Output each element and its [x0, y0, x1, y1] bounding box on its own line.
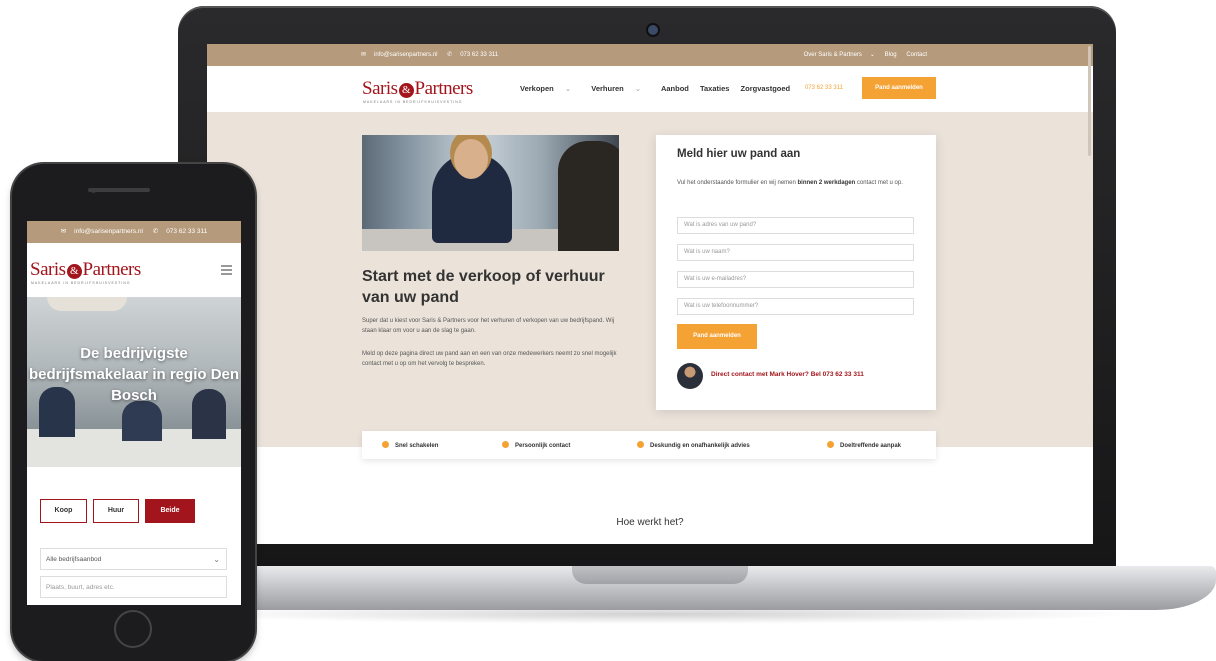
- topbar-link-blog[interactable]: Blog: [885, 52, 897, 58]
- laptop-camera: [648, 25, 658, 35]
- feature-item: Persoonlijk contact: [502, 441, 570, 449]
- nav-item-aanbod[interactable]: Aanbod: [661, 84, 689, 93]
- feature-item: Snel schakelen: [382, 441, 438, 449]
- topbar-phone[interactable]: 073 62 33 311: [460, 52, 498, 58]
- chevron-down-icon: ⌄: [634, 84, 642, 93]
- home-button: [114, 610, 152, 648]
- topbar-link-about[interactable]: Over Saris & Partners: [804, 52, 862, 58]
- desktop-navbar: Saris & Partners MAKELAARS IN BEDRIJFSHUIS…: [207, 66, 1093, 112]
- scrollbar[interactable]: [1088, 46, 1091, 156]
- chevron-down-icon: ⌄: [564, 84, 572, 93]
- topbar-email[interactable]: info@sarisenpartners.nl: [374, 52, 437, 58]
- mobile-topbar-email[interactable]: info@sarisenpartners.nl: [74, 228, 143, 235]
- hero-photo: [362, 135, 619, 251]
- desktop-topbar: ✉ info@sarisenpartners.nl ✆ 073 62 33 311 …: [207, 44, 1093, 66]
- phone-icon: ✆: [152, 228, 159, 235]
- segment-huur[interactable]: Huur: [93, 499, 139, 523]
- mobile-topbar: ✉ info@sarisenpartners.nl ✆ 073 62 33 311: [27, 221, 241, 243]
- search-input[interactable]: Plaats, buurt, adres etc.: [40, 576, 227, 598]
- register-form: Meld hier uw pand aan Vul het onderstaan…: [656, 135, 936, 410]
- hero-paragraph-2: Meld op deze pagina direct uw pand aan e…: [362, 351, 617, 367]
- mobile-logo[interactable]: Saris & Partners MAKELAARS IN BEDRIJFSHUIS…: [30, 259, 141, 285]
- check-icon: [382, 441, 389, 448]
- how-it-works-title: Hoe werkt het?: [616, 517, 684, 528]
- features-bar: Snel schakelen Persoonlijk contact Desku…: [362, 431, 936, 459]
- direct-contact-link[interactable]: Direct contact met Mark Hover? Bel 073 6…: [711, 371, 931, 378]
- pand-aanmelden-submit-button[interactable]: Pand aanmelden: [677, 324, 757, 349]
- nav-item-verhuren[interactable]: Verhuren ⌄: [591, 84, 650, 93]
- site-logo[interactable]: Saris & Partners MAKELAARS IN BEDRIJFSHUIS…: [362, 78, 473, 104]
- mail-icon: ✉: [60, 228, 67, 235]
- address-field[interactable]: Wat is adres van uw pand?: [677, 217, 914, 234]
- email-field[interactable]: Wat is uw e-mailadres?: [677, 271, 914, 288]
- nav-item-verkopen[interactable]: Verkopen ⌄: [520, 84, 580, 93]
- lower-section: [207, 447, 1093, 544]
- feature-item: Deskundig en onafhankelijk advies: [637, 441, 750, 449]
- main-nav: Verkopen ⌄ Verhuren ⌄ Aanbod Taxaties Zo…: [520, 84, 799, 93]
- laptop-notch: [572, 566, 748, 584]
- menu-icon[interactable]: [221, 265, 232, 275]
- laptop-screen: ✉ info@sarisenpartners.nl ✆ 073 62 33 311 …: [207, 44, 1093, 544]
- mobile-hero: De bedrijvigste bedrijfsmakelaar in regi…: [27, 297, 241, 467]
- phone-field[interactable]: Wat is uw telefoonnummer?: [677, 298, 914, 315]
- topbar-link-contact[interactable]: Contact: [906, 52, 927, 58]
- logo-tagline: MAKELAARS IN BEDRIJFSHUISVESTING: [363, 100, 463, 104]
- form-title: Meld hier uw pand aan: [677, 148, 801, 160]
- mobile-hero-title: De bedrijvigste bedrijfsmakelaar in regi…: [28, 345, 240, 404]
- check-icon: [502, 441, 509, 448]
- nav-item-taxaties[interactable]: Taxaties: [700, 84, 729, 93]
- segment-koop[interactable]: Koop: [40, 499, 87, 523]
- phone-speaker: [88, 188, 150, 192]
- category-select[interactable]: Alle bedrijfsaanbod ⌄: [40, 548, 227, 570]
- feature-item: Doeltreffende aanpak: [827, 441, 901, 449]
- avatar: [677, 363, 703, 389]
- segment-beide[interactable]: Beide: [145, 499, 195, 523]
- chevron-down-icon: ⌄: [869, 52, 875, 58]
- form-description: Vul het onderstaande formulier en wij ne…: [677, 180, 903, 186]
- mobile-topbar-phone[interactable]: 073 62 33 311: [166, 228, 207, 235]
- chevron-down-icon: ⌄: [213, 555, 220, 564]
- phone-icon: ✆: [447, 52, 453, 58]
- check-icon: [637, 441, 644, 448]
- check-icon: [827, 441, 834, 448]
- name-field[interactable]: Wat is uw naam?: [677, 244, 914, 261]
- hero-title: Start met de verkoop of verhuur van uw p…: [362, 268, 605, 306]
- hero-paragraph-1: Super dat u kiest voor Saris & Partners …: [362, 318, 615, 334]
- pand-aanmelden-nav-button[interactable]: Pand aanmelden: [862, 77, 936, 99]
- nav-phone[interactable]: 073 62 33 311: [805, 85, 843, 91]
- mail-icon: ✉: [361, 52, 367, 58]
- phone-screen: ✉ info@sarisenpartners.nl ✆ 073 62 33 311 …: [27, 221, 241, 605]
- logo-mark: &: [398, 83, 414, 98]
- phone-camera: [91, 188, 96, 193]
- nav-item-zorgvastgoed[interactable]: Zorgvastgoed: [741, 84, 791, 93]
